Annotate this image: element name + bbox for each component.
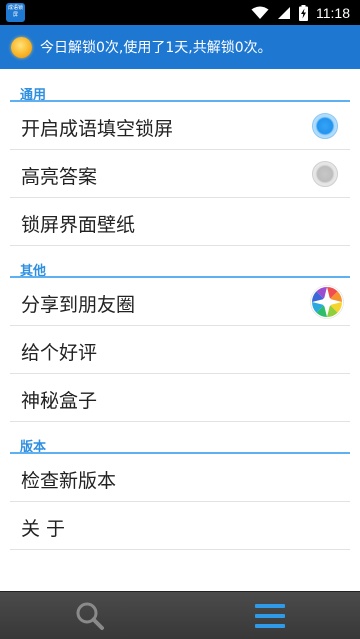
setting-label: 锁屏界面壁纸	[21, 214, 136, 236]
section-other: 其他	[0, 254, 360, 279]
setting-enable-idiom-lock[interactable]: 开启成语填空锁屏	[10, 102, 350, 150]
mystery-box[interactable]: 神秘盒子	[10, 374, 350, 422]
status-icons: 11:18	[251, 4, 350, 21]
search-button[interactable]	[0, 592, 180, 639]
search-icon	[76, 602, 104, 630]
unlock-stats-bar: 今日解锁0次,使用了1天,共解锁0次。	[0, 25, 360, 69]
rate-app[interactable]: 给个好评	[10, 326, 350, 374]
check-update[interactable]: 检查新版本	[10, 454, 350, 502]
sun-icon	[11, 36, 32, 58]
clock: 11:18	[316, 4, 350, 21]
setting-highlight-answer[interactable]: 高亮答案	[10, 150, 350, 198]
section-version: 版本	[0, 430, 360, 455]
setting-label: 关 于	[21, 518, 66, 540]
bottom-nav	[0, 591, 360, 639]
section-general: 通用	[0, 78, 360, 103]
radio-on-icon[interactable]	[312, 113, 338, 139]
setting-label: 检查新版本	[21, 470, 117, 492]
share-to-moments[interactable]: 分享到朋友圈	[10, 278, 350, 326]
battery-charging-icon	[299, 4, 308, 21]
setting-label: 分享到朋友圈	[21, 294, 136, 316]
setting-label: 给个好评	[21, 342, 98, 364]
status-bar: 成语锁屏 11:18	[0, 0, 360, 25]
menu-icon	[255, 604, 285, 628]
wifi-icon	[251, 6, 269, 19]
signal-icon	[278, 6, 290, 19]
setting-label: 高亮答案	[21, 166, 98, 188]
moments-aperture-icon	[310, 285, 344, 319]
setting-label: 开启成语填空锁屏	[21, 118, 174, 140]
radio-off-icon[interactable]	[312, 161, 338, 187]
about[interactable]: 关 于	[10, 502, 350, 550]
menu-button[interactable]	[180, 592, 360, 639]
unlock-stats-text: 今日解锁0次,使用了1天,共解锁0次。	[40, 40, 272, 56]
setting-label: 神秘盒子	[21, 390, 98, 412]
setting-lock-wallpaper[interactable]: 锁屏界面壁纸	[10, 198, 350, 246]
app-notification-icon: 成语锁屏	[6, 3, 25, 22]
